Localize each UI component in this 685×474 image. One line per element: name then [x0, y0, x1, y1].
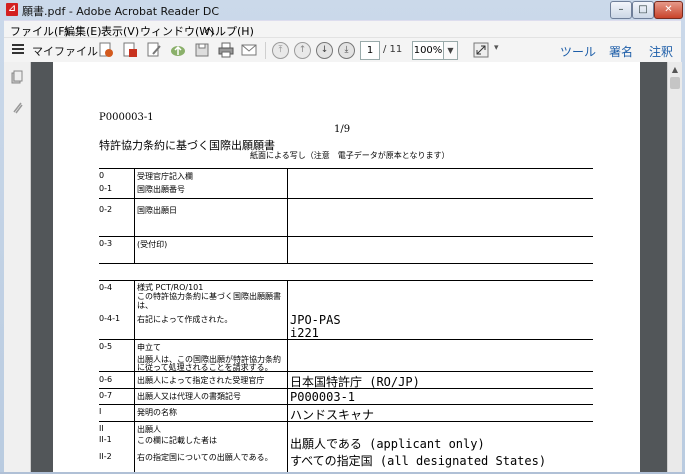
- reference-number: P000003-1: [99, 112, 154, 123]
- edit-pdf-icon[interactable]: [145, 41, 163, 59]
- comment-link[interactable]: 注釈: [649, 43, 673, 60]
- page-thumbnails-icon[interactable]: [11, 70, 23, 84]
- table-rule: [99, 339, 593, 340]
- table-rule: [99, 263, 593, 264]
- table-rule: [99, 198, 593, 199]
- tools-link[interactable]: ツール: [560, 43, 596, 60]
- row-0-4-1-value2: i221: [290, 326, 319, 340]
- title-bar: ⊿ 願書.pdf - Adobe Acrobat Reader DC – □ ✕: [0, 0, 685, 20]
- document-subheading: 紙面による写し（注意 電子データが原本となります）: [250, 150, 450, 161]
- row-0-6-value: 日本国特許庁 (RO/JP): [290, 373, 420, 390]
- row-ii-2-label: 右の指定国についての出願人である。: [137, 452, 273, 463]
- row-0-4-num: 0-4: [99, 283, 112, 292]
- row-0-6-num: 0-6: [99, 375, 112, 384]
- row-0-label: 受理官庁記入欄: [137, 171, 193, 182]
- row-0-7-num: 0-7: [99, 391, 112, 400]
- previous-page-icon[interactable]: ↑: [294, 42, 311, 59]
- row-0-4-1-label: 右記によって作成された。: [137, 314, 232, 325]
- row-0-7-value: P000003-1: [290, 390, 355, 404]
- row-ii-2-value: すべての指定国 (all designated States): [290, 452, 546, 469]
- my-files-label[interactable]: マイファイル: [32, 43, 98, 59]
- table-rule: [287, 280, 288, 474]
- table-rule: [99, 404, 593, 405]
- table-rule: [134, 280, 135, 474]
- chevron-down-icon[interactable]: ▼: [444, 41, 458, 60]
- row-ii-label: 出願人: [137, 424, 161, 435]
- row-0-5-label: 申立て: [137, 342, 161, 353]
- minimize-button[interactable]: –: [610, 1, 632, 19]
- row-0-4-label2: この特許協力条約に基づく国際出願願書: [137, 291, 281, 302]
- row-0-1-label: 国際出願番号: [137, 184, 185, 195]
- pdf-page: P000003-1 1/9 特許協力条約に基づく国際出願願書 紙面による写し（注…: [53, 62, 640, 474]
- app-window: ⊿ 願書.pdf - Adobe Acrobat Reader DC – □ ✕…: [0, 0, 685, 474]
- last-page-icon[interactable]: ⤓: [338, 42, 355, 59]
- row-0-2-label: 国際出願日: [137, 205, 177, 216]
- row-0-5-num: 0-5: [99, 342, 112, 351]
- row-0-3-label: (受付印): [137, 239, 167, 250]
- menu-bar: ファイル(F) 編集(E) 表示(V) ウィンドウ(W) ヘルプ(H): [4, 20, 681, 38]
- upload-cloud-icon[interactable]: [169, 41, 187, 59]
- more-tools-icon[interactable]: ▾: [494, 43, 499, 53]
- navigation-pane: [4, 62, 31, 472]
- row-0-4-1-num: 0-4-1: [99, 314, 120, 323]
- vertical-scrollbar[interactable]: ▲: [667, 62, 682, 472]
- row-0-3-num: 0-3: [99, 239, 112, 248]
- row-0-5-label3: に従って処理されることを請求する。: [137, 362, 273, 373]
- hamburger-icon[interactable]: [12, 44, 24, 46]
- print-icon[interactable]: [217, 41, 235, 59]
- page-total: / 11: [383, 44, 402, 55]
- table-rule: [99, 168, 593, 169]
- row-0-7-label: 出願人又は代理人の書類記号: [137, 391, 241, 402]
- row-0-4-label3: は、: [137, 300, 153, 311]
- document-heading: 特許協力条約に基づく国際出願願書: [99, 137, 275, 153]
- attachments-icon[interactable]: [11, 100, 23, 114]
- export-pdf-icon[interactable]: [121, 41, 139, 59]
- close-button[interactable]: ✕: [654, 1, 683, 19]
- scrollbar-thumb[interactable]: [670, 77, 680, 89]
- row-ii-2-num: II-2: [99, 452, 112, 461]
- table-rule: [287, 168, 288, 263]
- table-rule: [134, 168, 135, 263]
- row-i-num: I: [99, 407, 101, 416]
- maximize-button[interactable]: □: [632, 1, 654, 19]
- pdf-icon: ⊿: [6, 3, 18, 16]
- page-number-input[interactable]: 1: [360, 41, 380, 60]
- fit-page-icon[interactable]: [472, 41, 490, 59]
- row-ii-1-num: II-1: [99, 435, 112, 444]
- page-indicator: 1/9: [334, 124, 350, 135]
- next-page-icon[interactable]: ↓: [316, 42, 333, 59]
- zoom-input[interactable]: 100%: [412, 41, 444, 60]
- sign-link[interactable]: 署名: [609, 43, 633, 60]
- table-rule: [99, 280, 593, 281]
- row-0-2-num: 0-2: [99, 205, 112, 214]
- toolbar: マイファイル ⤒ ↑ ↓ ⤓ 1 / 11 100% ▼ ▾ ツール 署名 注釈: [4, 37, 681, 64]
- table-rule: [99, 236, 593, 237]
- row-ii-num: II: [99, 424, 104, 433]
- row-i-label: 発明の名称: [137, 407, 177, 418]
- row-i-value: ハンドスキャナ: [290, 406, 374, 423]
- email-icon[interactable]: [240, 41, 258, 59]
- create-pdf-icon[interactable]: [97, 41, 115, 59]
- row-ii-1-value: 出願人である (applicant only): [290, 435, 485, 452]
- save-icon[interactable]: [193, 41, 211, 59]
- row-0-6-label: 出願人によって指定された受理官庁: [137, 375, 264, 386]
- row-0-1-num: 0-1: [99, 184, 112, 193]
- toolbar-separator: [265, 42, 266, 59]
- row-0-num: 0: [99, 171, 104, 180]
- window-title: 願書.pdf - Adobe Acrobat Reader DC: [22, 3, 219, 19]
- scroll-up-icon[interactable]: ▲: [669, 64, 681, 76]
- row-0-4-1-value: JPO-PAS: [290, 313, 341, 327]
- row-ii-1-label: この欄に記載した者は: [137, 435, 217, 446]
- first-page-icon[interactable]: ⤒: [272, 42, 289, 59]
